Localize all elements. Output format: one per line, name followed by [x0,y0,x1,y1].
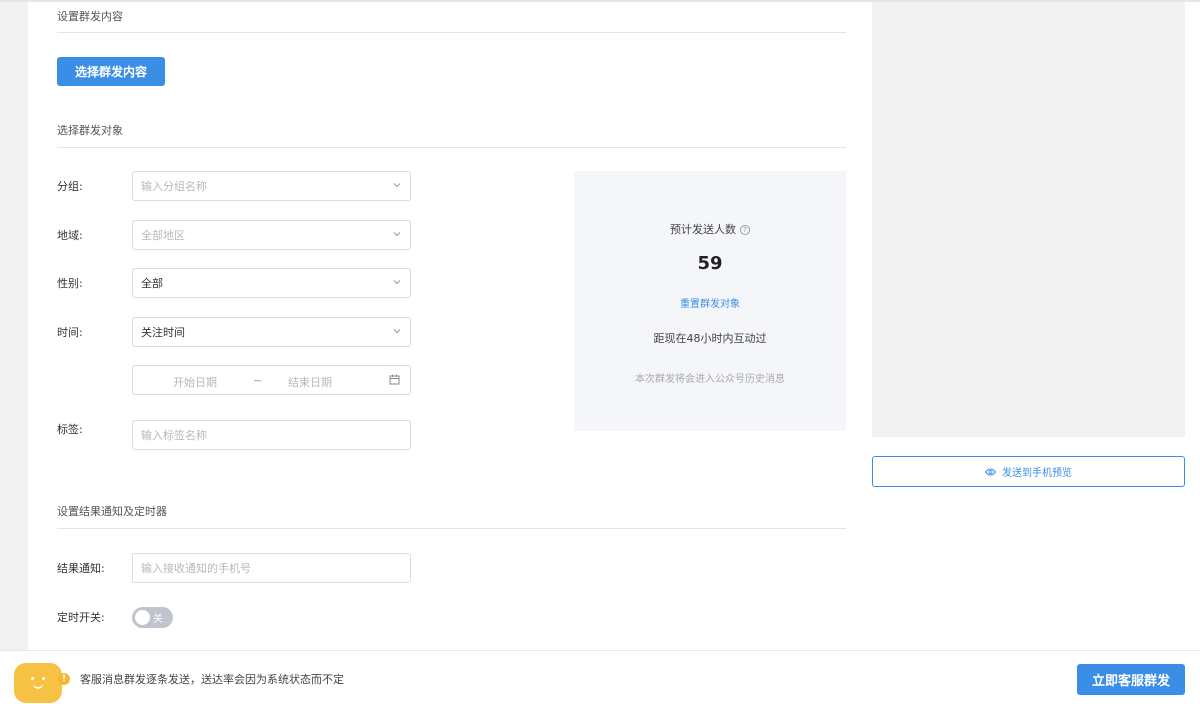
help-icon[interactable]: ? [740,225,750,235]
select-content-button[interactable]: 选择群发内容 [57,57,165,86]
calendar-icon[interactable] [389,374,400,388]
group-label: 分组: [57,180,83,193]
chevron-down-icon [393,278,401,286]
preview-to-phone-button[interactable]: 发送到手机预览 [872,456,1185,487]
region-select[interactable]: 全部地区 [132,220,411,250]
timer-toggle[interactable]: 关 [132,607,173,628]
toggle-state: 关 [153,614,163,625]
eye-icon [985,468,996,476]
gender-label: 性别: [57,277,83,290]
estimate-label: 预计发送人数 [670,223,736,236]
warning-icon: ! [58,673,70,685]
estimate-label-row: 预计发送人数? [574,221,846,237]
region-label: 地域: [57,229,83,242]
group-select[interactable]: 输入分组名称 [132,171,411,201]
preview-button-label: 发送到手机预览 [1002,468,1072,479]
toggle-knob [135,610,150,625]
start-date-input[interactable]: 开始日期 [173,374,217,390]
timer-label: 定时开关: [57,611,105,624]
result-notify-label: 结果通知: [57,562,105,575]
divider [57,32,846,33]
footer-bar: ! 客服消息群发逐条发送，送达率会因为系统状态而不定 立即客服群发 [0,650,1200,704]
estimate-panel: 预计发送人数? 59 重置群发对象 距现在48小时内互动过 本次群发将会进入公众… [574,171,846,431]
section-title-target: 选择群发对象 [57,124,123,137]
time-select[interactable]: 关注时间 [132,317,411,347]
group-placeholder: 输入分组名称 [141,180,207,193]
region-placeholder: 全部地区 [141,229,185,242]
mascot-icon[interactable] [14,663,62,703]
section-title-content: 设置群发内容 [57,10,123,23]
history-note: 本次群发将会进入公众号历史消息 [635,374,785,385]
end-date-input[interactable]: 结束日期 [288,374,332,390]
date-range-picker[interactable]: 开始日期 ~ 结束日期 [132,365,411,395]
date-separator: ~ [253,374,263,387]
phone-number-input[interactable]: 输入接收通知的手机号 [132,553,411,583]
divider [57,147,846,148]
chevron-down-icon [393,327,401,335]
footer-notice: 客服消息群发逐条发送，送达率会因为系统状态而不定 [80,673,344,686]
chevron-down-icon [393,181,401,189]
phone-preview-area [872,2,1185,437]
gender-select[interactable]: 全部 [132,268,411,298]
time-value: 关注时间 [141,326,185,339]
interaction-note: 距现在48小时内互动过 [653,332,767,345]
time-label: 时间: [57,326,83,339]
tag-input[interactable]: 输入标签名称 [132,420,411,450]
tag-label: 标签: [57,423,83,436]
gender-value: 全部 [141,277,163,290]
chevron-down-icon [393,230,401,238]
estimate-count: 59 [697,253,723,274]
divider [57,528,846,529]
send-now-button[interactable]: 立即客服群发 [1077,664,1185,695]
section-title-notify: 设置结果通知及定时器 [57,505,167,518]
reset-target-link[interactable]: 重置群发对象 [574,295,846,310]
